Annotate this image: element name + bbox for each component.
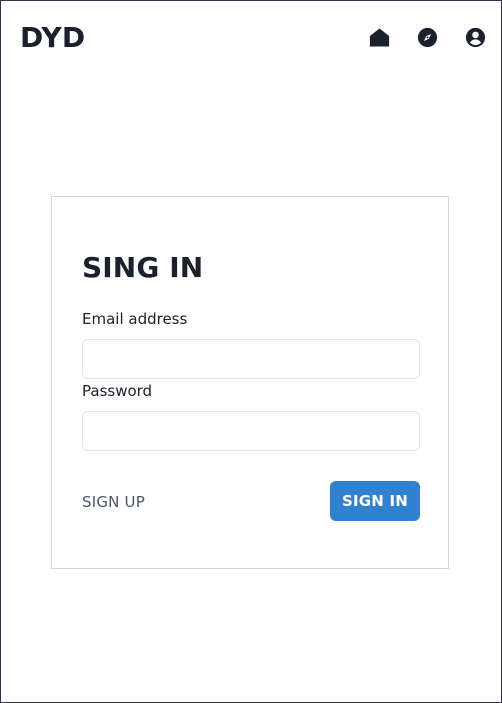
user-circle-icon[interactable]: [464, 26, 487, 49]
header-nav: [368, 26, 487, 49]
email-input[interactable]: [82, 339, 420, 379]
top-header: DYD: [1, 1, 501, 75]
app-frame: DYD SING IN Email address Password SIGN …: [0, 0, 502, 703]
password-label: Password: [82, 382, 153, 400]
signin-title: SING IN: [82, 251, 204, 284]
signin-button[interactable]: SIGN IN: [330, 481, 420, 521]
app-logo[interactable]: DYD: [20, 21, 85, 54]
home-icon[interactable]: [368, 26, 391, 49]
password-input[interactable]: [82, 411, 420, 451]
email-label: Email address: [82, 310, 188, 328]
signin-card: SING IN Email address Password SIGN UP S…: [51, 196, 449, 569]
signup-link[interactable]: SIGN UP: [82, 491, 145, 513]
compass-icon[interactable]: [416, 26, 439, 49]
